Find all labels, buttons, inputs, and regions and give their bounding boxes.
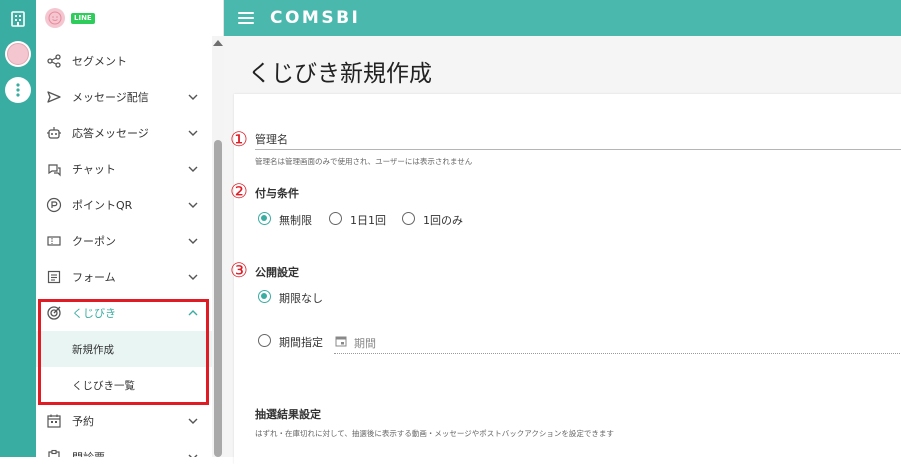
calendar-icon <box>335 336 347 347</box>
annotation-number-2: ② <box>230 179 248 203</box>
radio-no-period[interactable] <box>258 290 271 303</box>
management-name-input[interactable] <box>255 149 901 150</box>
chevron-down-icon <box>188 130 198 136</box>
sidebar-item-questionnaire[interactable]: 問診票 <box>36 439 212 457</box>
radio-unlimited-label: 無制限 <box>279 214 312 227</box>
grant-condition-label: 付与条件 <box>255 187 299 200</box>
radio-specify-period-label: 期間指定 <box>279 336 323 349</box>
point-icon <box>45 196 63 214</box>
management-name-hint: 管理名は管理画面のみで使用され、ユーザーには表示されません <box>255 157 473 166</box>
chat-icon <box>45 160 63 178</box>
chevron-down-icon <box>188 238 198 244</box>
radio-once-only[interactable] <box>402 212 415 225</box>
lottery-result-setting-hint: はずれ・在庫切れに対して、抽選後に表示する動画・メッセージやポストバックアクショ… <box>255 429 614 438</box>
main-content: くじびき新規作成 ① 管理名 管理名は管理画面のみで使用され、ユーザーには表示さ… <box>224 36 901 464</box>
sidebar-item-label: 応答メッセージ <box>72 127 149 140</box>
sidebar-item-label: セグメント <box>72 55 127 68</box>
more-vertical-icon[interactable] <box>5 77 31 103</box>
page-title: くじびき新規作成 <box>248 61 432 87</box>
sidebar-scrollbar-thumb[interactable] <box>214 140 222 457</box>
annotation-number-1: ① <box>230 127 248 151</box>
form-icon <box>45 268 63 286</box>
chevron-down-icon <box>188 202 198 208</box>
sidebar-item-label: クーポン <box>72 235 116 248</box>
annotation-number-3: ③ <box>230 258 248 282</box>
radio-specify-period[interactable] <box>258 334 271 347</box>
clipboard-icon <box>45 448 63 457</box>
share-icon <box>45 52 63 70</box>
sidebar-item-form[interactable]: フォーム <box>36 259 212 295</box>
account-avatar <box>45 8 65 28</box>
app-logo: COMSBI <box>270 8 361 28</box>
lottery-result-setting-label: 抽選結果設定 <box>255 408 321 421</box>
sidebar-item-reservation[interactable]: 予約 <box>36 403 212 439</box>
building-icon[interactable] <box>5 6 31 32</box>
radio-once-per-day-label: 1日1回 <box>350 214 386 227</box>
sidebar-item-auto-reply[interactable]: 応答メッセージ <box>36 115 212 151</box>
chevron-down-icon <box>188 454 198 457</box>
sidebar-item-label: 問診票 <box>72 449 105 457</box>
sidebar-item-label: 予約 <box>72 415 94 428</box>
scroll-up-arrow-icon[interactable] <box>213 40 223 46</box>
sidebar-item-label: メッセージ配信 <box>72 91 149 104</box>
avatar-icon[interactable] <box>5 41 31 67</box>
send-icon <box>45 88 63 106</box>
coupon-icon <box>45 232 63 250</box>
robot-icon <box>45 124 63 142</box>
sidebar-item-point-qr[interactable]: ポイントQR <box>36 187 212 223</box>
publish-setting-label: 公開設定 <box>255 266 299 279</box>
chevron-down-icon <box>188 166 198 172</box>
app-rail <box>0 0 36 457</box>
annotation-highlight-box <box>38 299 209 405</box>
calendar-icon <box>45 412 63 430</box>
sidebar-item-segment[interactable]: セグメント <box>36 43 212 79</box>
period-input[interactable] <box>334 353 901 354</box>
top-bar: COMSBI <box>224 0 901 36</box>
sidebar-item-label: フォーム <box>72 271 116 284</box>
sidebar-item-chat[interactable]: チャット <box>36 151 212 187</box>
radio-no-period-label: 期限なし <box>279 292 323 305</box>
radio-once-only-label: 1回のみ <box>423 214 463 227</box>
sidebar-item-coupon[interactable]: クーポン <box>36 223 212 259</box>
period-input-placeholder: 期間 <box>354 337 376 350</box>
chevron-down-icon <box>188 94 198 100</box>
sidebar-item-label: ポイントQR <box>72 199 133 212</box>
sidebar-item-message-delivery[interactable]: メッセージ配信 <box>36 79 212 115</box>
account-header[interactable]: LINE <box>36 0 223 36</box>
chevron-down-icon <box>188 274 198 280</box>
radio-unlimited[interactable] <box>258 212 271 225</box>
chevron-down-icon <box>188 418 198 424</box>
management-name-label: 管理名 <box>255 133 288 146</box>
menu-icon[interactable] <box>238 12 254 24</box>
radio-once-per-day[interactable] <box>329 212 342 225</box>
line-badge: LINE <box>71 12 95 24</box>
sidebar-item-label: チャット <box>72 163 116 176</box>
form-card: ① 管理名 管理名は管理画面のみで使用され、ユーザーには表示されません ② 付与… <box>230 94 901 464</box>
